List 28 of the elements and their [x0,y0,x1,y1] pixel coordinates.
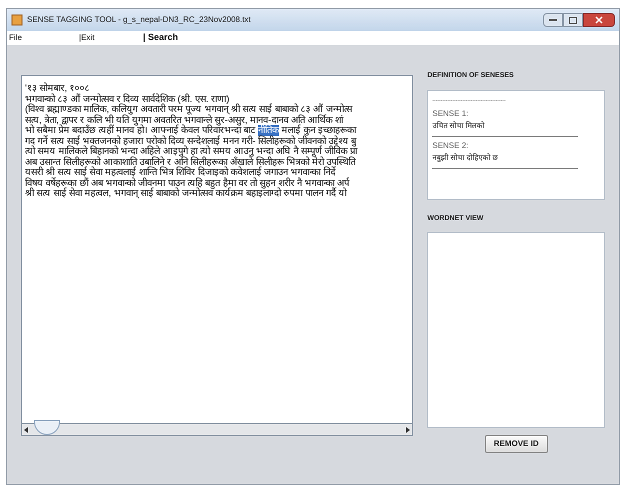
text-line: श्री सत्य साई सेवा महत्वल, भगवान् साई बाबाको जन्मोत्सव कार्यक्रम बहाइलाग्दो रुपमा पालन गर्दै यो [25,189,348,200]
window-title: SENSE TAGGING TOOL - g_s_nepal-DN3_RC_23Nov2008.txt [27,14,251,26]
scroll-thumb[interactable] [34,420,60,435]
sense-label: SENSE 1: [432,108,470,120]
text-line: सत्य, त्रेता, द्वापर र कलि भी यति युगमा अवतरित भगवान्ले सुर-असुर, मानव-दानव अति आर्थिक शां [25,116,344,126]
text-line: अब उसान्त सिलीहरूको आकाशाति उबालिने र अनि सिलीहरूका अँखाले सिलीहरू भित्रको मेरो उपस्थिति [25,158,357,168]
minimize-button[interactable] [543,13,563,27]
text-line: भो सबैमा प्रेम बदाउँछ त्यहीं मानव हो। आफ्नाई केवल परिवारभन्दा बाट नीतिक मलाई कुन इच्छाहरूका [25,126,358,136]
menu-item[interactable]: |Exit [79,32,143,44]
text-line: विषय वर्षेहरूका छौं अब भगवान्को जीवनमा पाउन त्यहि बहुत हैमा वर तो सुहन शरीर नै भगवान्का अर्प [25,178,350,189]
text-line: त्यो समय मालिकले बिहानको भन्दा अहिले आइपुगे हा त्यो समय आउनु भन्दा अघि नै सम्पूर्ण जीविक प्रा [25,147,358,157]
text-line: (विश्व ब्रह्माण्डका मालिक, कलियुग अवतारी परम पूज्य भगवान् श्री सत्य साई बाबाको ८३ औं जन्मोत्स [25,105,354,115]
minimize-icon [549,18,557,22]
text-line: यसरी श्री सत्य साई सेवा महत्वलाई शान्ति भित्र शिविर दिजाइको कवेशलाई जगाउन भगवान्का निर्दे [25,168,337,178]
scroll-left-icon [24,426,28,432]
menu-item[interactable]: | Search [143,31,178,45]
sense-label: SENSE 2: [432,140,470,152]
maximize-button[interactable] [563,13,583,27]
close-icon [595,16,603,24]
text-line: '१३ सोमबार, १००८ [25,84,90,94]
text-line: भगवान्को ८३ औं जन्मोत्सव र दिव्य सार्वदेशिक (श्री. एस. राणा) [25,94,230,104]
remove-id-button[interactable]: REMOVE ID [484,435,548,453]
close-button[interactable] [583,13,615,27]
scroll-right-icon [406,426,410,432]
menu-item[interactable]: File [9,32,79,44]
app-icon [11,14,23,26]
maximize-icon [569,16,577,24]
text-line: गद गर्ने सत्य साई भक्तजनको हजारा परोको दिव्य सन्देशलाई मनन गरी- सिलीहरूको जीवनको उद्देश्य बु [25,136,358,146]
